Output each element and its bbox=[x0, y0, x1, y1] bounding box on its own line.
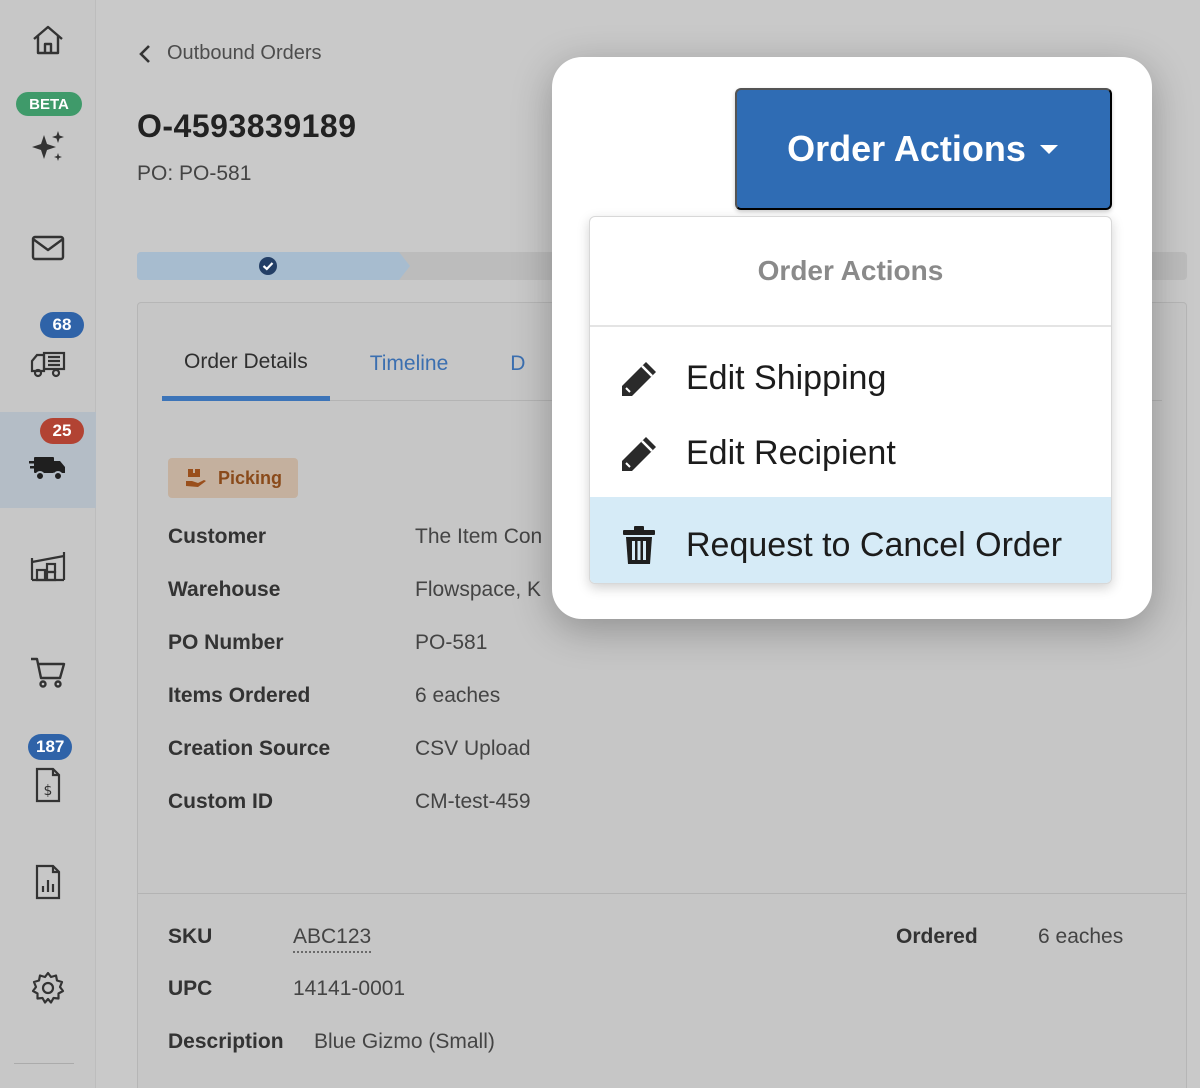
home-icon bbox=[33, 25, 63, 55]
tab-order-details[interactable]: Order Details bbox=[162, 327, 330, 401]
page-title: O-4593839189 bbox=[137, 108, 357, 144]
outbound-count-badge: 25 bbox=[40, 418, 84, 444]
report-icon bbox=[35, 864, 61, 900]
section-divider bbox=[138, 893, 1186, 894]
detail-label: Warehouse bbox=[168, 578, 281, 601]
menu-item-edit-recipient[interactable]: Edit Recipient bbox=[590, 416, 1111, 491]
sku-label: SKU bbox=[168, 925, 213, 948]
breadcrumb-label: Outbound Orders bbox=[167, 42, 322, 64]
status-badge: Picking bbox=[168, 458, 299, 498]
sidebar-divider bbox=[14, 1063, 74, 1064]
sku-value[interactable]: ABC123 bbox=[293, 925, 372, 953]
mail-icon bbox=[31, 235, 65, 261]
warehouse-icon bbox=[30, 552, 66, 582]
menu-item-edit-shipping[interactable]: Edit Shipping bbox=[590, 341, 1111, 416]
sidebar-item-cart[interactable] bbox=[0, 624, 96, 720]
sidebar-item-messages[interactable] bbox=[0, 200, 96, 296]
sparkle-icon bbox=[32, 131, 64, 161]
menu-item-request-cancel[interactable]: Request to Cancel Order bbox=[590, 497, 1111, 583]
trash-icon bbox=[623, 526, 655, 564]
sidebar-item-reports[interactable] bbox=[0, 834, 96, 930]
truck-load-icon bbox=[30, 351, 66, 378]
svg-text:$: $ bbox=[44, 783, 53, 799]
detail-value: The Item Con bbox=[415, 525, 543, 548]
cart-icon bbox=[31, 657, 66, 688]
detail-row-items-ordered: Items Ordered 6 eaches bbox=[168, 684, 688, 714]
upc-label: UPC bbox=[168, 977, 213, 1000]
order-actions-popover: Order Actions Order Actions Edit Shippin… bbox=[552, 57, 1152, 619]
order-actions-button-label: Order Actions bbox=[787, 128, 1026, 169]
sidebar-item-ai[interactable]: BETA bbox=[0, 92, 96, 188]
gear-icon bbox=[31, 971, 65, 1004]
sidebar-item-warehouse[interactable] bbox=[0, 518, 96, 614]
tab-timeline[interactable]: Timeline bbox=[330, 327, 489, 401]
invoice-icon: $ bbox=[35, 767, 61, 803]
ordered-label: Ordered bbox=[896, 925, 978, 948]
upc-value: 14141-0001 bbox=[293, 977, 406, 1000]
detail-value: Flowspace, K bbox=[415, 578, 542, 601]
detail-label: PO Number bbox=[168, 631, 284, 654]
sidebar-item-outbound[interactable]: 25 bbox=[0, 412, 96, 508]
sidebar-item-inbound[interactable]: 68 bbox=[0, 306, 96, 402]
detail-row-custom-id: Custom ID CM-test-459 bbox=[168, 790, 688, 820]
ordered-value: 6 eaches bbox=[1038, 925, 1124, 948]
detail-value: CM-test-459 bbox=[415, 790, 531, 813]
status-label: Picking bbox=[218, 467, 283, 488]
sidebar-item-settings[interactable] bbox=[0, 940, 96, 1036]
pencil-icon bbox=[622, 361, 656, 396]
sidebar-item-billing[interactable]: 187 $ bbox=[0, 728, 96, 824]
detail-label: Creation Source bbox=[168, 737, 331, 760]
detail-label: Custom ID bbox=[168, 790, 273, 813]
caret-down-icon bbox=[1039, 145, 1058, 154]
menu-header: Order Actions bbox=[590, 217, 1111, 327]
detail-label: Customer bbox=[168, 525, 267, 548]
order-actions-button[interactable]: Order Actions bbox=[735, 88, 1112, 210]
menu-item-label: Edit Shipping bbox=[686, 359, 887, 397]
sidebar: BETA 68 25 187 $ bbox=[0, 0, 96, 1088]
menu-item-label: Request to Cancel Order bbox=[686, 525, 1063, 564]
inbound-count-badge: 68 bbox=[40, 312, 84, 338]
check-circle-icon bbox=[259, 257, 277, 275]
pencil-icon bbox=[622, 436, 656, 471]
description-label: Description bbox=[168, 1030, 284, 1053]
sidebar-item-home[interactable] bbox=[0, 0, 96, 80]
detail-value: CSV Upload bbox=[415, 737, 531, 760]
description-value: Blue Gizmo (Small) bbox=[314, 1030, 495, 1053]
billing-count-badge: 187 bbox=[28, 734, 73, 760]
detail-value: 6 eaches bbox=[415, 684, 501, 707]
detail-label: Items Ordered bbox=[168, 684, 311, 707]
order-actions-menu: Order Actions Edit Shipping Edit Recipie… bbox=[589, 216, 1112, 584]
picking-box-icon bbox=[186, 469, 206, 487]
menu-item-label: Edit Recipient bbox=[686, 434, 896, 472]
chevron-left-icon bbox=[139, 44, 150, 63]
breadcrumb[interactable]: Outbound Orders bbox=[137, 42, 322, 65]
delivery-truck-icon bbox=[29, 457, 65, 481]
po-subtitle: PO: PO-581 bbox=[137, 162, 252, 185]
detail-row-creation-source: Creation Source CSV Upload bbox=[168, 737, 688, 767]
detail-row-po-number: PO Number PO-581 bbox=[168, 631, 688, 661]
detail-value: PO-581 bbox=[415, 631, 488, 654]
beta-badge: BETA bbox=[16, 92, 82, 116]
